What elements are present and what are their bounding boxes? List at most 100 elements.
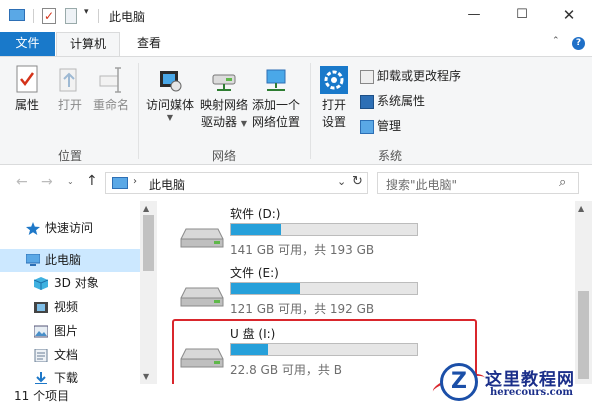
tab-computer[interactable]: 计算机 [56,32,120,57]
properties-icon [16,65,38,93]
nav-label: 此电脑 [45,253,82,267]
rename-button[interactable]: 重命名 [90,65,132,114]
hard-drive-icon [180,287,224,307]
forward-button[interactable]: → [41,174,53,190]
document-icon [34,349,48,362]
minimize-button[interactable]: — [459,5,489,27]
drive-space-info: 141 GB 可用，共 193 GB [230,243,375,257]
open-icon [59,68,77,92]
toolbar-divider [98,9,99,23]
address-dropdown-icon[interactable]: ⌄ [337,175,346,188]
close-button[interactable]: ✕ [554,5,584,27]
drive-name: 文件 (E:) [230,266,279,280]
system-properties-button[interactable]: 系统属性 [360,93,425,109]
drive-name: 软件 (D:) [230,207,281,221]
recent-locations-icon[interactable]: ⌄ [67,177,74,186]
breadcrumb[interactable]: 此电脑 [149,176,185,193]
system-properties-icon [360,94,374,109]
add-location-label-1: 添加一个 [251,98,300,112]
maximize-button[interactable]: ☐ [507,5,537,27]
quick-access-dropdown[interactable]: ▾ [84,7,89,25]
watermark-url: herecours.com [490,387,574,398]
search-input[interactable]: 搜索"此电脑" ⌕ [377,172,579,194]
rename-icon [99,67,121,93]
nav-item-3d-objects[interactable]: 3D 对象 [0,272,140,295]
gear-icon [320,66,348,94]
video-icon [34,302,48,313]
access-media-button[interactable]: 访问媒体 ▼ [144,65,196,122]
network-location-icon [266,69,286,91]
collapse-ribbon-icon[interactable]: ⌃ [552,36,560,46]
map-drive-label-2: 驱动器 [201,115,238,129]
nav-label: 视频 [54,300,79,314]
new-folder-quick-icon[interactable] [65,8,77,24]
drive-space-info: 121 GB 可用，共 192 GB [230,302,375,316]
pc-icon [112,177,128,189]
nav-pane-scrollbar[interactable]: ▲ ▼ [140,201,157,384]
breadcrumb-chevron-icon[interactable]: › [133,176,137,187]
back-button[interactable]: ← [16,174,28,190]
up-button[interactable]: ↑ [86,173,98,189]
title-bar: ✓ ▾ 此电脑 — ☐ ✕ [0,0,592,32]
rename-label: 重命名 [92,98,129,112]
properties-button[interactable]: 属性 [8,65,46,114]
star-icon [26,222,40,235]
nav-label: 下载 [54,371,79,384]
nav-item-downloads[interactable]: 下载 [0,367,140,384]
add-location-label-2: 网络位置 [251,115,300,129]
nav-item-pictures[interactable]: 图片 [0,320,140,343]
download-icon [35,372,47,384]
open-settings-label-1: 打开 [321,98,346,112]
add-network-location-button[interactable]: 添加一个 网络位置 [250,65,302,131]
drive-item[interactable]: 文件 (E:) 121 GB 可用，共 192 GB [180,264,430,320]
drive-usage-bar [230,282,418,295]
group-divider [310,63,311,159]
item-count: 11 个项目 [14,389,70,403]
map-drive-label-1: 映射网络 [199,98,248,112]
uninstall-label: 卸载或更改程序 [377,69,462,83]
drive-usage-bar [230,223,418,236]
properties-quick-icon[interactable]: ✓ [42,8,56,24]
open-settings-button[interactable]: 打开 设置 [316,65,352,131]
nav-item-this-pc[interactable]: 此电脑 [0,249,140,272]
content-scrollbar[interactable]: ▲ [575,201,592,384]
search-icon[interactable]: ⌕ [559,175,566,190]
uninstall-programs-button[interactable]: 卸载或更改程序 [360,68,461,84]
refresh-icon[interactable]: ↻ [352,174,363,189]
scroll-up-icon[interactable]: ▲ [578,204,584,213]
properties-label: 属性 [14,98,39,112]
open-button[interactable]: 打开 [52,65,88,114]
drive-item[interactable]: 软件 (D:) 141 GB 可用，共 193 GB [180,205,430,261]
nav-item-documents[interactable]: 文档 [0,344,140,367]
manage-button[interactable]: 管理 [360,118,401,134]
navigation-pane: 快速访问 此电脑 3D 对象 视频 图片 文档 下载 ▲ ▼ [0,201,158,384]
system-group-label: 系统 [378,149,403,163]
nav-label: 快速访问 [45,221,94,235]
watermark-logo: Z [440,363,478,401]
nav-label: 3D 对象 [54,276,99,290]
help-icon[interactable]: ? [572,37,585,50]
map-network-drive-button[interactable]: 映射网络 驱动器 ▼ [198,65,250,132]
nav-item-quick-access[interactable]: 快速访问 [0,217,140,240]
drive-usage-fill [231,224,282,235]
hard-drive-icon [180,228,224,248]
scrollbar-thumb[interactable] [143,215,154,271]
dropdown-arrow-icon: ▼ [240,119,247,128]
scroll-down-icon[interactable]: ▼ [143,372,149,381]
this-pc-icon [9,9,25,21]
address-bar[interactable]: › 此电脑 ⌄ ↻ [105,172,368,194]
nav-item-videos[interactable]: 视频 [0,296,140,319]
toolbar-divider [33,9,34,23]
tab-file[interactable]: 文件 [0,32,55,56]
tab-view[interactable]: 查看 [129,32,169,56]
location-group-label: 位置 [58,149,83,163]
scroll-up-icon[interactable]: ▲ [143,204,149,213]
access-media-label: 访问媒体 [145,98,194,112]
open-settings-label-2: 设置 [321,115,346,129]
picture-icon [34,325,48,338]
network-group-label: 网络 [212,149,237,163]
nav-label: 文档 [54,348,79,362]
nav-label: 图片 [54,324,79,338]
window-title: 此电脑 [109,10,146,24]
drive-usage-fill [231,283,300,294]
